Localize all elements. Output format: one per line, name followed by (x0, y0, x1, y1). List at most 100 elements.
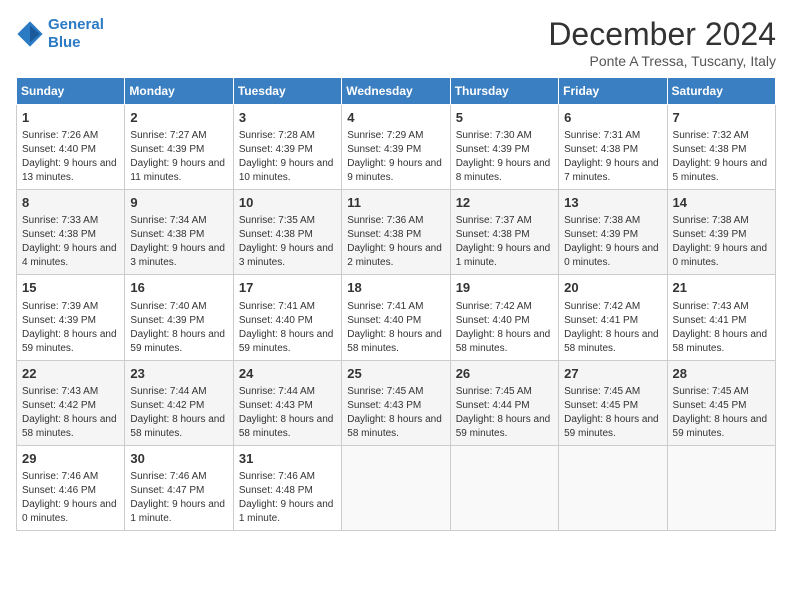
day-number: 13 (564, 194, 661, 212)
calendar-cell: 3 Sunrise: 7:28 AMSunset: 4:39 PMDaylight… (233, 105, 341, 190)
calendar-cell: 20 Sunrise: 7:42 AMSunset: 4:41 PMDayligh… (559, 275, 667, 360)
day-number: 19 (456, 279, 553, 297)
day-info: Sunrise: 7:44 AMSunset: 4:43 PMDaylight:… (239, 385, 336, 441)
calendar-cell: 27 Sunrise: 7:45 AMSunset: 4:45 PMDayligh… (559, 360, 667, 445)
day-info: Sunrise: 7:31 AMSunset: 4:38 PMDaylight:… (564, 129, 661, 185)
calendar-cell: 4 Sunrise: 7:29 AMSunset: 4:39 PMDaylight… (342, 105, 450, 190)
weekday-header-tuesday: Tuesday (233, 78, 341, 105)
day-number: 12 (456, 194, 553, 212)
calendar-table: SundayMondayTuesdayWednesdayThursdayFrid… (16, 77, 776, 531)
logo-icon (16, 20, 44, 48)
calendar-cell: 19 Sunrise: 7:42 AMSunset: 4:40 PMDayligh… (450, 275, 558, 360)
logo-text: General Blue (48, 16, 104, 52)
calendar-cell: 11 Sunrise: 7:36 AMSunset: 4:38 PMDayligh… (342, 190, 450, 275)
day-info: Sunrise: 7:46 AMSunset: 4:48 PMDaylight:… (239, 470, 336, 526)
location-subtitle: Ponte A Tressa, Tuscany, Italy (548, 53, 776, 69)
calendar-cell (559, 445, 667, 530)
month-title: December 2024 (548, 16, 776, 53)
calendar-cell: 12Sunrise: 7:37 AMSunset: 4:38 PMDayligh… (450, 190, 558, 275)
calendar-cell: 13 Sunrise: 7:38 AMSunset: 4:39 PMDayligh… (559, 190, 667, 275)
calendar-cell: 31 Sunrise: 7:46 AMSunset: 4:48 PMDayligh… (233, 445, 341, 530)
calendar-cell: 23 Sunrise: 7:44 AMSunset: 4:42 PMDayligh… (125, 360, 233, 445)
day-number: 26 (456, 365, 553, 383)
day-number: 11 (347, 194, 444, 212)
day-info: Sunrise: 7:30 AMSunset: 4:39 PMDaylight:… (456, 129, 553, 185)
day-number: 24 (239, 365, 336, 383)
day-info: Sunrise: 7:44 AMSunset: 4:42 PMDaylight:… (130, 385, 227, 441)
weekday-header-monday: Monday (125, 78, 233, 105)
day-info: Sunrise: 7:40 AMSunset: 4:39 PMDaylight:… (130, 300, 227, 356)
calendar-cell: 30Sunrise: 7:46 AMSunset: 4:47 PMDayligh… (125, 445, 233, 530)
calendar-week-row: 22 Sunrise: 7:43 AMSunset: 4:42 PMDayligh… (17, 360, 776, 445)
calendar-cell: 10Sunrise: 7:35 AMSunset: 4:38 PMDayligh… (233, 190, 341, 275)
day-info: Sunrise: 7:45 AMSunset: 4:45 PMDaylight:… (564, 385, 661, 441)
day-info: Sunrise: 7:45 AMSunset: 4:43 PMDaylight:… (347, 385, 444, 441)
day-info: Sunrise: 7:28 AMSunset: 4:39 PMDaylight:… (239, 129, 336, 185)
calendar-week-row: 8Sunrise: 7:33 AMSunset: 4:38 PMDaylight… (17, 190, 776, 275)
calendar-cell: 15Sunrise: 7:39 AMSunset: 4:39 PMDayligh… (17, 275, 125, 360)
title-block: December 2024 Ponte A Tressa, Tuscany, I… (548, 16, 776, 69)
day-info: Sunrise: 7:26 AMSunset: 4:40 PMDaylight:… (22, 129, 119, 185)
day-number: 15 (22, 279, 119, 297)
calendar-cell: 17 Sunrise: 7:41 AMSunset: 4:40 PMDayligh… (233, 275, 341, 360)
calendar-cell: 28 Sunrise: 7:45 AMSunset: 4:45 PMDayligh… (667, 360, 775, 445)
calendar-cell: 2Sunrise: 7:27 AMSunset: 4:39 PMDaylight… (125, 105, 233, 190)
day-number: 20 (564, 279, 661, 297)
calendar-cell: 25Sunrise: 7:45 AMSunset: 4:43 PMDayligh… (342, 360, 450, 445)
day-info: Sunrise: 7:46 AMSunset: 4:46 PMDaylight:… (22, 470, 119, 526)
calendar-cell: 29 Sunrise: 7:46 AMSunset: 4:46 PMDayligh… (17, 445, 125, 530)
calendar-cell: 26Sunrise: 7:45 AMSunset: 4:44 PMDayligh… (450, 360, 558, 445)
calendar-cell: 14Sunrise: 7:38 AMSunset: 4:39 PMDayligh… (667, 190, 775, 275)
calendar-cell (342, 445, 450, 530)
calendar-cell: 16 Sunrise: 7:40 AMSunset: 4:39 PMDayligh… (125, 275, 233, 360)
page-header: General Blue December 2024 Ponte A Tress… (16, 16, 776, 69)
calendar-cell: 7Sunrise: 7:32 AMSunset: 4:38 PMDaylight… (667, 105, 775, 190)
day-info: Sunrise: 7:36 AMSunset: 4:38 PMDaylight:… (347, 214, 444, 270)
day-info: Sunrise: 7:41 AMSunset: 4:40 PMDaylight:… (239, 300, 336, 356)
day-number: 3 (239, 109, 336, 127)
calendar-cell: 6 Sunrise: 7:31 AMSunset: 4:38 PMDaylight… (559, 105, 667, 190)
day-info: Sunrise: 7:42 AMSunset: 4:40 PMDaylight:… (456, 300, 553, 356)
day-info: Sunrise: 7:43 AMSunset: 4:42 PMDaylight:… (22, 385, 119, 441)
day-number: 4 (347, 109, 444, 127)
day-info: Sunrise: 7:45 AMSunset: 4:45 PMDaylight:… (673, 385, 770, 441)
weekday-header-sunday: Sunday (17, 78, 125, 105)
day-number: 31 (239, 450, 336, 468)
calendar-cell: 1 Sunrise: 7:26 AMSunset: 4:40 PMDaylight… (17, 105, 125, 190)
day-info: Sunrise: 7:42 AMSunset: 4:41 PMDaylight:… (564, 300, 661, 356)
day-number: 6 (564, 109, 661, 127)
logo: General Blue (16, 16, 104, 52)
day-number: 16 (130, 279, 227, 297)
day-number: 27 (564, 365, 661, 383)
day-info: Sunrise: 7:32 AMSunset: 4:38 PMDaylight:… (673, 129, 770, 185)
calendar-cell: 21 Sunrise: 7:43 AMSunset: 4:41 PMDayligh… (667, 275, 775, 360)
day-number: 22 (22, 365, 119, 383)
day-info: Sunrise: 7:46 AMSunset: 4:47 PMDaylight:… (130, 470, 227, 526)
calendar-cell: 5 Sunrise: 7:30 AMSunset: 4:39 PMDaylight… (450, 105, 558, 190)
day-number: 29 (22, 450, 119, 468)
day-number: 5 (456, 109, 553, 127)
calendar-week-row: 29 Sunrise: 7:46 AMSunset: 4:46 PMDayligh… (17, 445, 776, 530)
calendar-cell: 18 Sunrise: 7:41 AMSunset: 4:40 PMDayligh… (342, 275, 450, 360)
weekday-header-thursday: Thursday (450, 78, 558, 105)
calendar-cell: 8Sunrise: 7:33 AMSunset: 4:38 PMDaylight… (17, 190, 125, 275)
calendar-cell: 22 Sunrise: 7:43 AMSunset: 4:42 PMDayligh… (17, 360, 125, 445)
calendar-week-row: 15Sunrise: 7:39 AMSunset: 4:39 PMDayligh… (17, 275, 776, 360)
day-number: 2 (130, 109, 227, 127)
day-number: 28 (673, 365, 770, 383)
day-number: 17 (239, 279, 336, 297)
day-number: 18 (347, 279, 444, 297)
calendar-cell (667, 445, 775, 530)
day-info: Sunrise: 7:41 AMSunset: 4:40 PMDaylight:… (347, 300, 444, 356)
weekday-header-saturday: Saturday (667, 78, 775, 105)
calendar-cell (450, 445, 558, 530)
day-number: 21 (673, 279, 770, 297)
weekday-header-row: SundayMondayTuesdayWednesdayThursdayFrid… (17, 78, 776, 105)
day-number: 9 (130, 194, 227, 212)
day-number: 8 (22, 194, 119, 212)
day-info: Sunrise: 7:38 AMSunset: 4:39 PMDaylight:… (564, 214, 661, 270)
day-info: Sunrise: 7:29 AMSunset: 4:39 PMDaylight:… (347, 129, 444, 185)
day-number: 1 (22, 109, 119, 127)
day-number: 23 (130, 365, 227, 383)
day-info: Sunrise: 7:43 AMSunset: 4:41 PMDaylight:… (673, 300, 770, 356)
